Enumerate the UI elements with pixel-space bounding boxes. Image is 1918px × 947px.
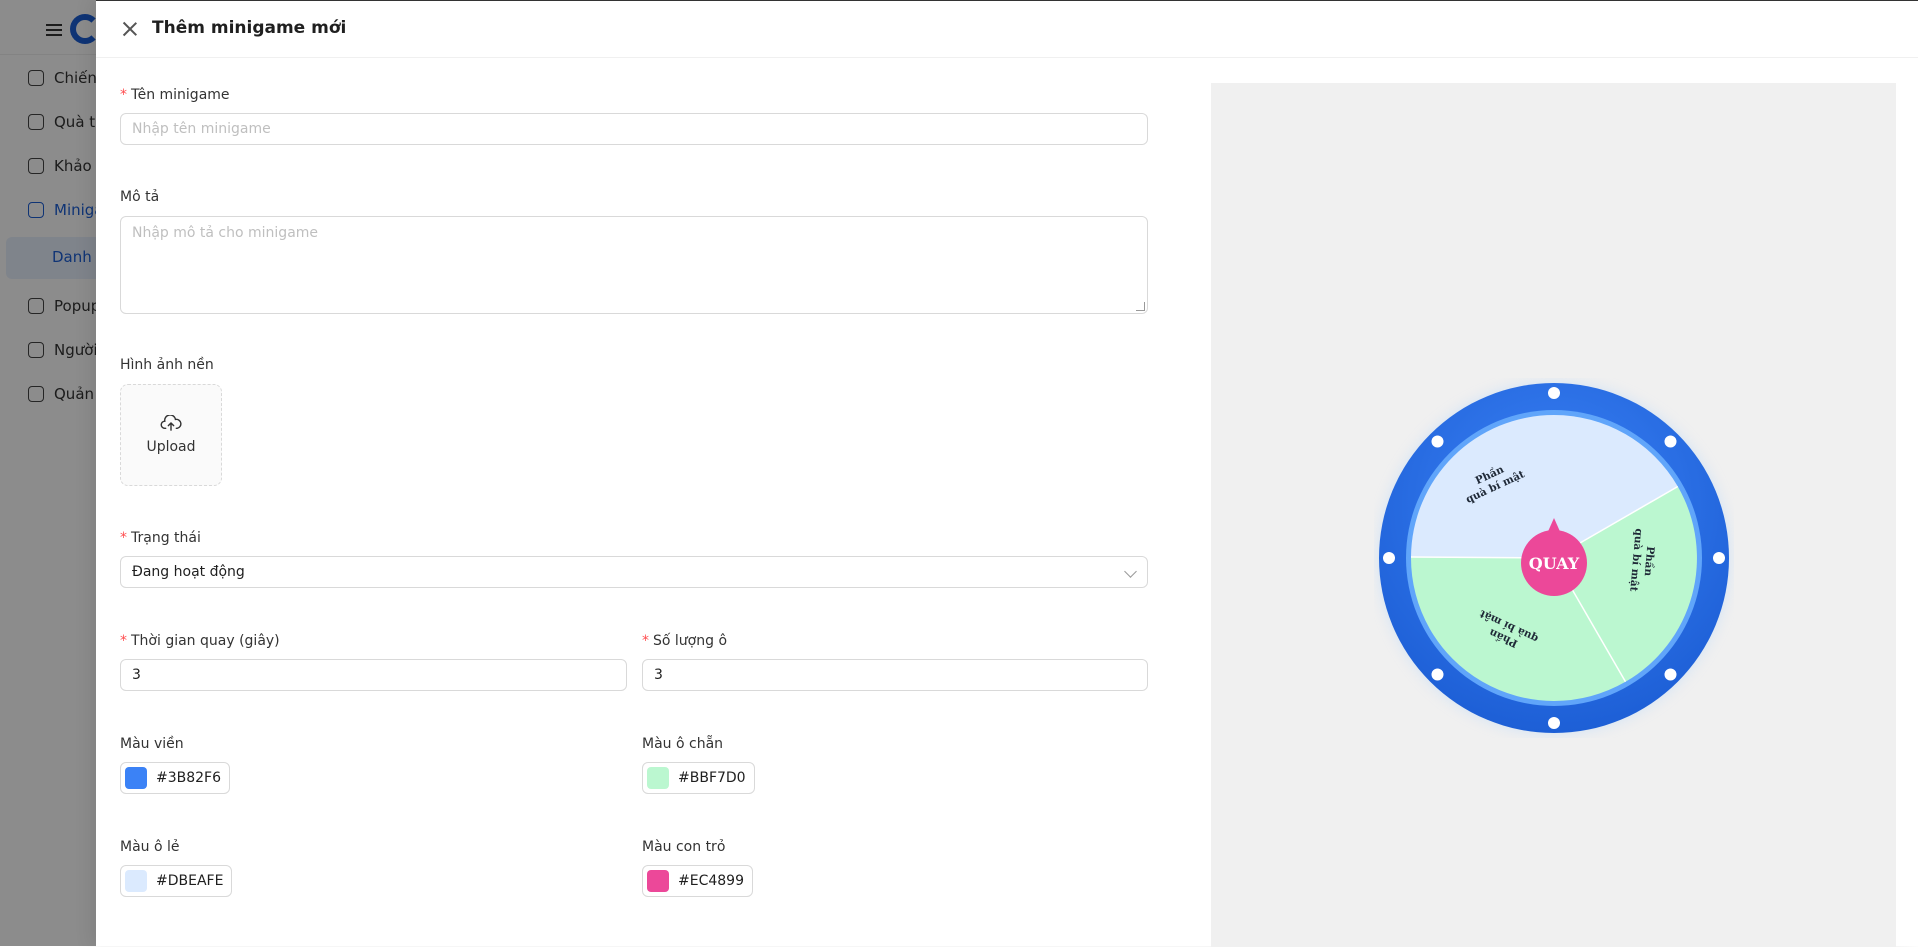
border-color-swatch: [125, 767, 147, 789]
status-select[interactable]: Đang hoạt động: [120, 556, 1148, 588]
spin-button[interactable]: QUAY: [1521, 530, 1587, 596]
chevron-down-icon: [1124, 565, 1137, 578]
border-color-label: Màu viền: [120, 736, 184, 752]
upload-button[interactable]: Upload: [120, 384, 222, 486]
close-icon[interactable]: [122, 21, 138, 37]
name-label: * Tên minigame: [120, 87, 230, 103]
wheel-preview-panel: Phần quà bí mật Phần quà bí mật Phần quà…: [1211, 83, 1896, 947]
slot-count-input[interactable]: 3: [642, 659, 1148, 691]
border-color-value: #3B82F6: [156, 770, 222, 786]
spin-time-input[interactable]: 3: [120, 659, 627, 691]
pointer-color-picker[interactable]: #EC4899: [642, 865, 753, 897]
description-textarea[interactable]: Nhập mô tả cho minigame: [120, 216, 1148, 314]
required-mark: *: [120, 633, 127, 649]
description-placeholder: Nhập mô tả cho minigame: [132, 225, 319, 241]
status-label: * Trạng thái: [120, 530, 201, 546]
required-mark: *: [120, 530, 127, 546]
odd-color-swatch: [125, 870, 147, 892]
even-color-value: #BBF7D0: [678, 770, 746, 786]
spin-time-label-text: Thời gian quay (giây): [131, 633, 280, 649]
even-color-label: Màu ô chẵn: [642, 736, 724, 752]
spin-time-label: * Thời gian quay (giây): [120, 633, 280, 649]
name-label-text: Tên minigame: [131, 87, 230, 103]
required-mark: *: [642, 633, 649, 649]
slot-count-label-text: Số lượng ô: [653, 633, 728, 649]
border-color-picker[interactable]: #3B82F6: [120, 762, 231, 794]
spin-button-label[interactable]: QUAY: [1529, 554, 1580, 573]
spin-wheel: Phần quà bí mật Phần quà bí mật Phần quà…: [1379, 383, 1729, 733]
odd-color-picker[interactable]: #DBEAFE: [120, 865, 233, 897]
resize-handle-icon[interactable]: [1136, 302, 1145, 311]
pointer-color-value: #EC4899: [678, 873, 744, 889]
description-label: Mô tả: [120, 189, 160, 205]
pointer-color-swatch: [647, 870, 669, 892]
even-color-swatch: [647, 767, 669, 789]
background-image-label: Hình ảnh nền: [120, 357, 214, 373]
drawer-header: Thêm minigame mới: [96, 1, 1918, 58]
segment-2-label-line1: Phần: [1642, 546, 1658, 577]
add-minigame-drawer: Thêm minigame mới * Tên minigame Nhập tên…: [96, 0, 1918, 947]
cloud-upload-icon: [160, 415, 182, 431]
name-input[interactable]: Nhập tên minigame: [120, 113, 1148, 145]
even-color-picker[interactable]: #BBF7D0: [642, 762, 755, 794]
status-label-text: Trạng thái: [131, 530, 201, 546]
odd-color-label: Màu ô lẻ: [120, 839, 180, 855]
slot-count-label: * Số lượng ô: [642, 633, 727, 649]
upload-label: Upload: [146, 439, 196, 455]
drawer-title: Thêm minigame mới: [152, 18, 347, 38]
status-value: Đang hoạt động: [132, 564, 245, 580]
odd-color-value: #DBEAFE: [156, 873, 224, 889]
pointer-color-label: Màu con trỏ: [642, 839, 726, 855]
required-mark: *: [120, 87, 127, 103]
